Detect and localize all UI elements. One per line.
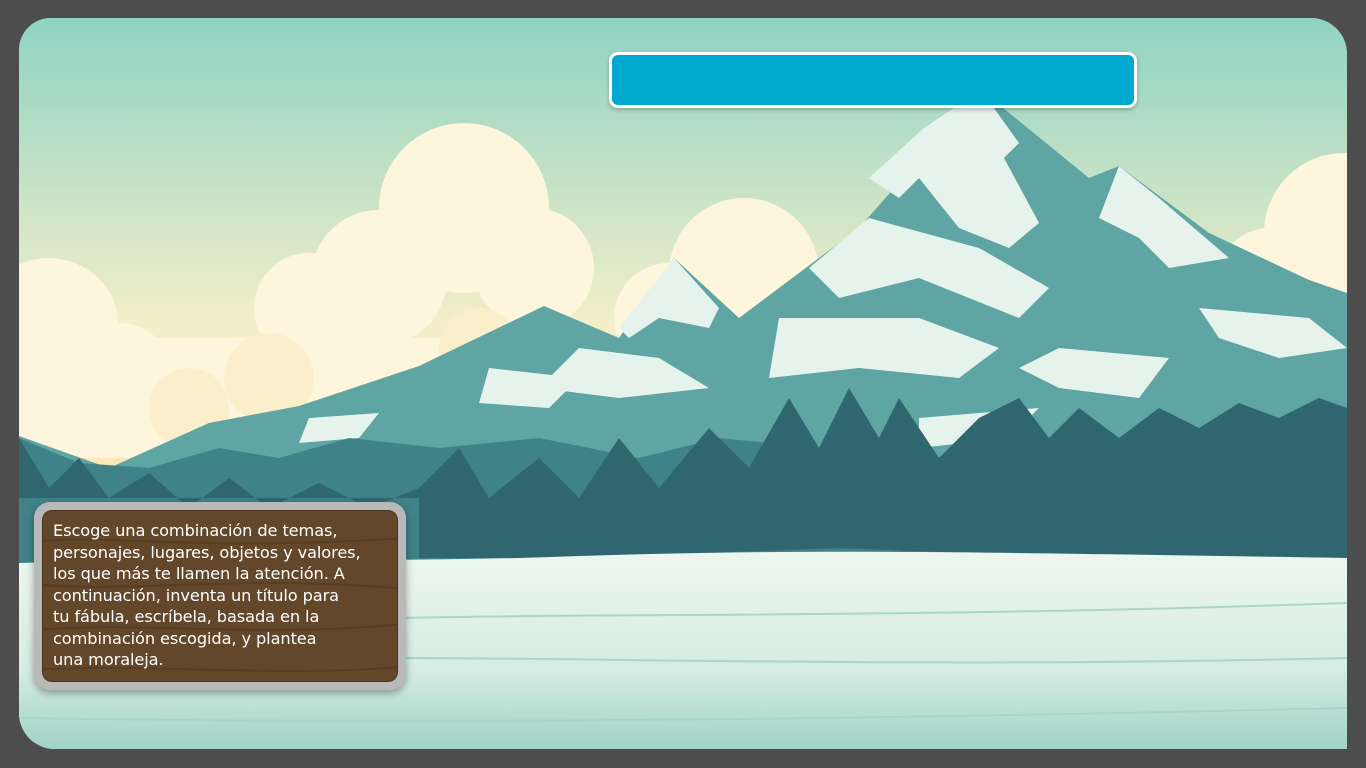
instruction-line: los que más te llamen la atención. A — [53, 564, 345, 583]
instruction-line: tu fábula, escríbela, basada en la — [53, 607, 320, 626]
instruction-line: Escoge una combinación de temas, — [53, 521, 338, 540]
instruction-card: Escoge una combinación de temas, persona… — [34, 502, 406, 690]
title-banner — [609, 52, 1137, 108]
instruction-line: una moraleja. — [53, 650, 164, 669]
instruction-card-wood-panel: Escoge una combinación de temas, persona… — [42, 510, 398, 682]
instruction-line: continuación, inventa un título para — [53, 585, 339, 605]
instruction-line: personajes, lugares, objetos y valores, — [53, 542, 361, 562]
instruction-text: Escoge una combinación de temas, persona… — [43, 511, 397, 671]
instruction-line: combinación escogida, y plantea — [53, 628, 317, 648]
